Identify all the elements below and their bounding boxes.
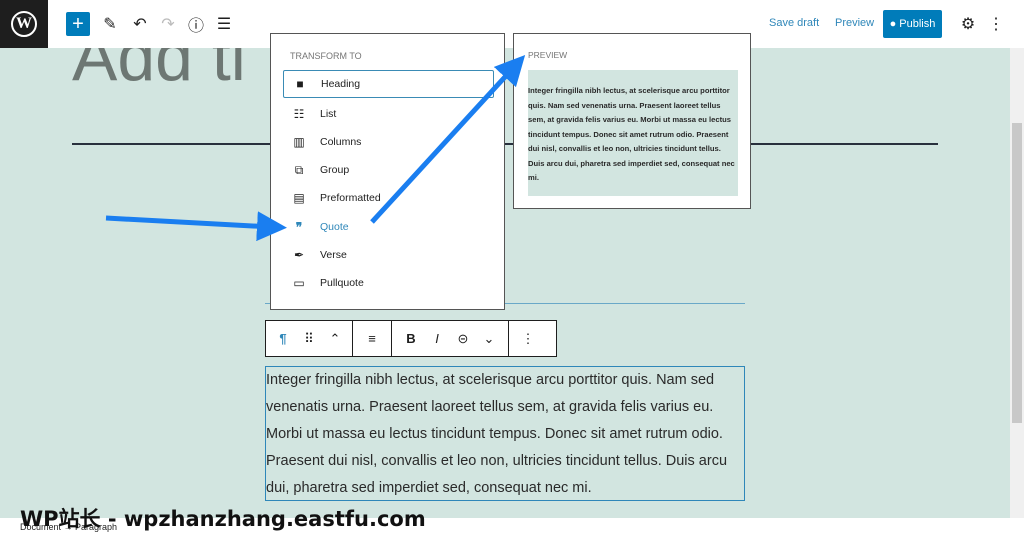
arrow-to-quote	[105, 211, 287, 242]
annotation-arrows	[105, 54, 526, 242]
arrow-to-preview	[370, 54, 526, 224]
